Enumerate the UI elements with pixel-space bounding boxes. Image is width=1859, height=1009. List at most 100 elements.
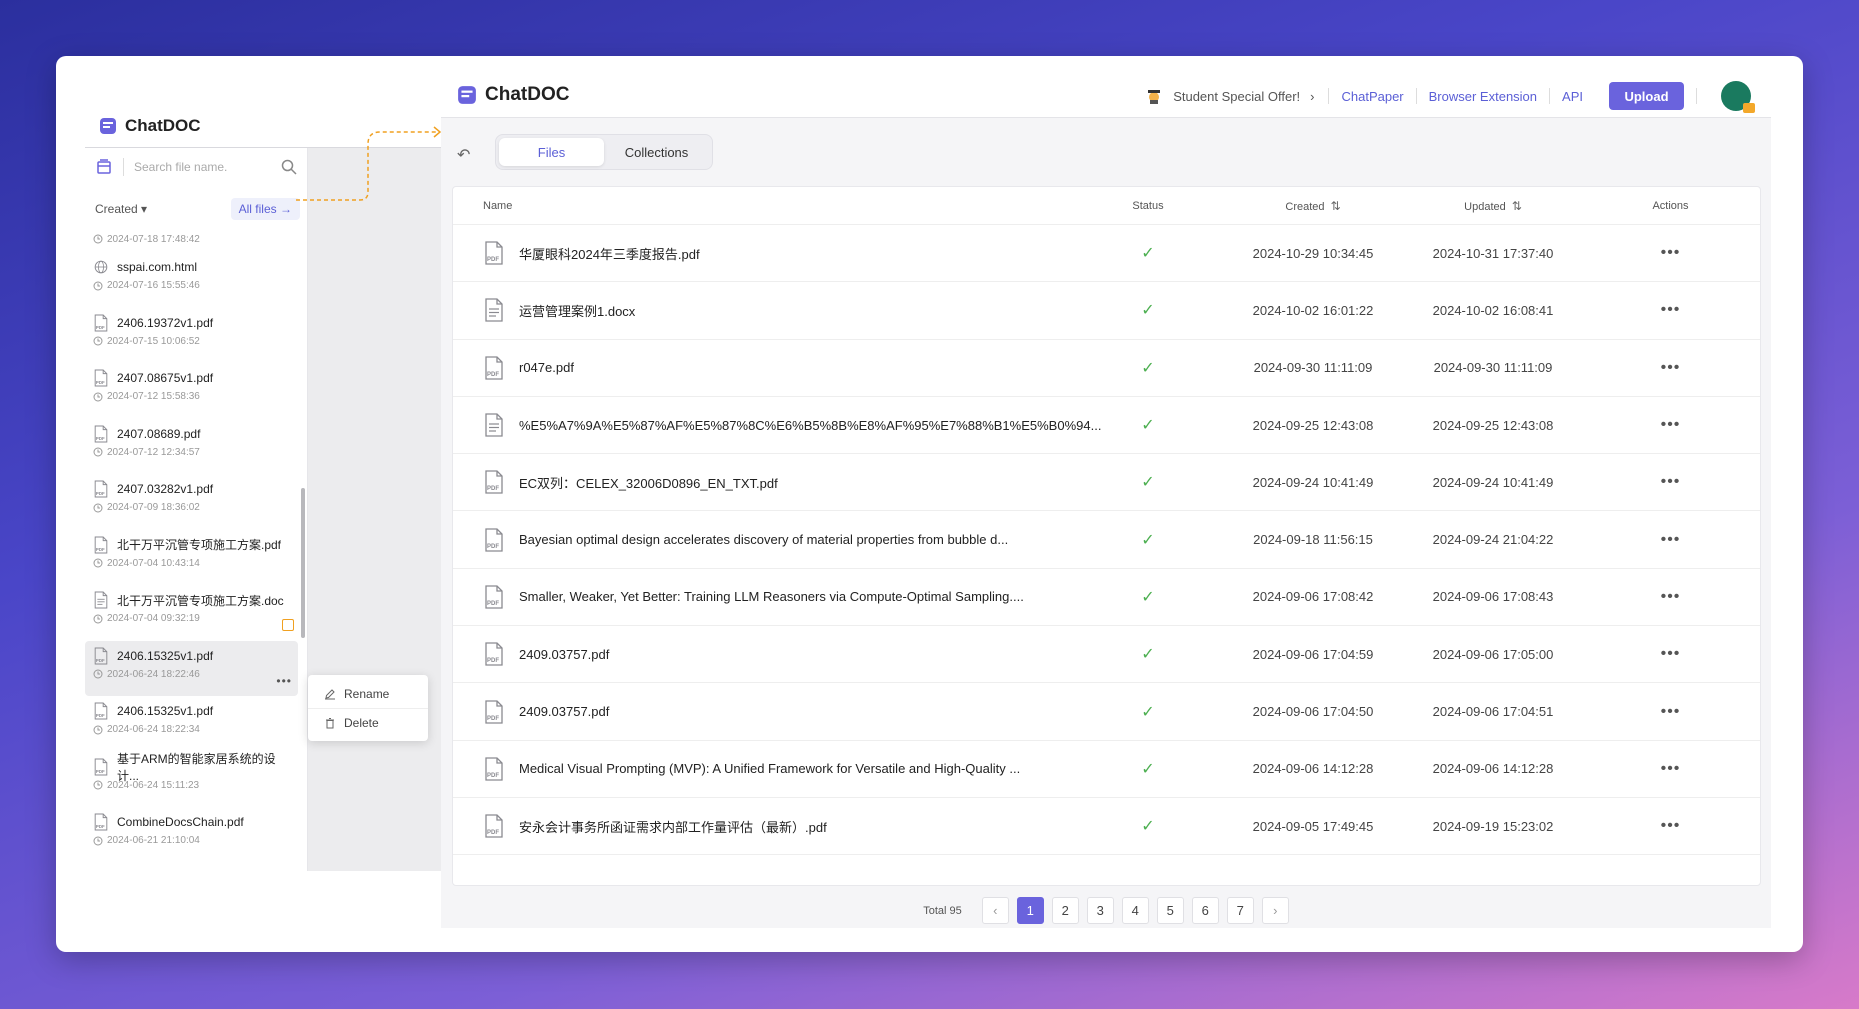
nav-chatpaper[interactable]: ChatPaper: [1329, 89, 1415, 104]
cell-name: PDF 安永会计事务所函证需求内部工作量评估（最新）.pdf: [453, 814, 1073, 838]
total-count: Total 95: [923, 904, 962, 917]
header-created[interactable]: Created ⇅: [1223, 199, 1403, 213]
student-icon: [1148, 90, 1161, 104]
timestamp: 2024-07-12 12:34:57: [107, 446, 200, 458]
tab-files[interactable]: Files: [499, 138, 604, 166]
sidebar-file-item[interactable]: PDF 2407.03282v1.pdf 2024-07-09 18:36:02: [85, 474, 298, 530]
cell-updated: 2024-09-06 17:08:43: [1432, 589, 1554, 605]
file-name-row: PDF 北干万平沉管专项施工方案.pdf: [93, 534, 290, 556]
file-name[interactable]: 2409.03757.pdf: [519, 704, 609, 719]
table-row[interactable]: PDF 安永会计事务所函证需求内部工作量评估（最新）.pdf ✓ 2024-09-05…: [453, 798, 1760, 856]
sidebar-search[interactable]: Search file name.: [85, 152, 308, 182]
search-input[interactable]: Search file name.: [134, 160, 280, 174]
sidebar-scrollbar[interactable]: [301, 488, 305, 638]
file-name[interactable]: 华厦眼科2024年三季度报告.pdf: [519, 244, 700, 263]
sidebar-file-item[interactable]: PDF 2407.08675v1.pdf 2024-07-12 15:58:36: [85, 363, 298, 419]
page-button-1[interactable]: 1: [1016, 897, 1044, 924]
file-name: 2406.15325v1.pdf: [117, 648, 214, 663]
more-icon[interactable]: •••: [276, 674, 292, 688]
upload-button[interactable]: Upload: [1609, 82, 1684, 110]
page-button-4[interactable]: 4: [1121, 897, 1149, 924]
nav-browser-extension[interactable]: Browser Extension: [1417, 89, 1549, 104]
file-name[interactable]: %E5%A7%9A%E5%87%AF%E5%87%8C%E6%B5%8B%E8%…: [519, 418, 1101, 433]
avatar[interactable]: [1721, 81, 1755, 113]
more-icon[interactable]: •••: [1661, 645, 1681, 662]
sidebar-file-item[interactable]: PDF 基于ARM的智能家居系统的设计... 2024-06-24 15:11:23: [85, 752, 298, 808]
more-icon[interactable]: •••: [1661, 416, 1681, 433]
sort-icon[interactable]: ⇅: [1512, 199, 1522, 213]
more-icon[interactable]: •••: [1661, 703, 1681, 720]
sidebar-file-item[interactable]: 北干万平沉管专项施工方案.doc 2024-07-04 09:32:19: [85, 585, 298, 641]
table-row[interactable]: PDF Smaller, Weaker, Yet Better: Training…: [453, 569, 1760, 627]
back-icon[interactable]: ↶: [457, 145, 470, 165]
page-button-6[interactable]: 6: [1191, 897, 1219, 924]
more-icon[interactable]: •••: [1661, 531, 1681, 548]
cell-actions: •••: [1583, 760, 1758, 778]
clock-icon: [93, 503, 103, 512]
page-button-2[interactable]: 2: [1051, 897, 1079, 924]
svg-text:PDF: PDF: [96, 435, 105, 440]
student-offer-link[interactable]: Student Special Offer! ›: [1145, 87, 1328, 105]
clock-icon: [93, 614, 103, 623]
table-row[interactable]: %E5%A7%9A%E5%87%AF%E5%87%8C%E6%B5%8B%E8%…: [453, 397, 1760, 455]
page-button-3[interactable]: 3: [1086, 897, 1114, 924]
sidebar-file-item[interactable]: PDF 2406.15325v1.pdf 2024-06-24 18:22:34: [85, 696, 298, 752]
file-name[interactable]: 2409.03757.pdf: [519, 647, 609, 662]
file-time: 2024-07-12 12:34:57: [93, 447, 290, 458]
tab-collections[interactable]: Collections: [604, 138, 709, 166]
file-name[interactable]: 安永会计事务所函证需求内部工作量评估（最新）.pdf: [519, 817, 827, 836]
next-page-button[interactable]: ›: [1261, 897, 1289, 924]
svg-text:PDF: PDF: [487, 716, 499, 722]
file-name[interactable]: r047e.pdf: [519, 360, 574, 375]
header-updated[interactable]: Updated ⇅: [1403, 199, 1583, 213]
top-nav: Student Special Offer! › ChatPaper Brows…: [1145, 80, 1755, 113]
table-row[interactable]: PDF Bayesian optimal design accelerates d…: [453, 511, 1760, 569]
more-icon[interactable]: •••: [1661, 301, 1681, 318]
sidebar-file-item[interactable]: PDF 北干万平沉管专项施工方案.pdf 2024-07-04 10:43:14: [85, 530, 298, 586]
file-name[interactable]: Medical Visual Prompting (MVP): A Unifie…: [519, 761, 1020, 776]
sidebar-file-item[interactable]: PDF 2406.15325v1.pdf 2024-06-24 18:22:46 ••…: [85, 640, 298, 696]
file-name[interactable]: Smaller, Weaker, Yet Better: Training LL…: [519, 589, 1024, 604]
cell-created: 2024-09-30 11:11:09: [1253, 360, 1373, 376]
cell-created: 2024-09-18 11:56:15: [1253, 532, 1373, 548]
table-row[interactable]: PDF 2409.03757.pdf ✓ 2024-09-06 17:04:59 202…: [453, 626, 1760, 684]
page-button-5[interactable]: 5: [1156, 897, 1184, 924]
more-icon[interactable]: •••: [1661, 588, 1681, 605]
table-row[interactable]: PDF EC双列：CELEX_32006D0896_EN_TXT.pdf ✓ 2024…: [453, 454, 1760, 512]
page-button-7[interactable]: 7: [1226, 897, 1254, 924]
timestamp: 2024-07-18 17:48:42: [107, 233, 200, 245]
table-row[interactable]: 运营管理案例1.docx ✓ 2024-10-02 16:01:22 2024-10-…: [453, 282, 1760, 340]
table-row[interactable]: PDF Medical Visual Prompting (MVP): A Uni…: [453, 741, 1760, 798]
prev-page-button[interactable]: ‹: [981, 897, 1009, 924]
delete-menu-item[interactable]: Delete: [308, 708, 428, 737]
sidebar-file-item[interactable]: PDF 2406.19372v1.pdf 2024-07-15 10:06:52: [85, 308, 298, 364]
file-name[interactable]: EC双列：CELEX_32006D0896_EN_TXT.pdf: [519, 473, 778, 492]
file-name[interactable]: 运营管理案例1.docx: [519, 301, 635, 320]
cell-name: PDF Smaller, Weaker, Yet Better: Training…: [453, 585, 1073, 609]
nav-api[interactable]: API: [1550, 89, 1595, 104]
stack-icon[interactable]: [95, 158, 113, 176]
rename-menu-item[interactable]: Rename: [308, 679, 428, 708]
sidebar-file-item[interactable]: PDF 2407.08689.pdf 2024-07-12 12:34:57: [85, 419, 298, 475]
sort-icon[interactable]: ⇅: [1331, 199, 1341, 213]
more-icon[interactable]: •••: [1661, 244, 1681, 261]
table-row[interactable]: PDF r047e.pdf ✓ 2024-09-30 11:11:09 2024-09-…: [453, 340, 1760, 397]
cell-updated: 2024-09-24 21:04:22: [1432, 532, 1554, 548]
sidebar-file-item[interactable]: sspai.com.html 2024-07-16 15:55:46: [85, 252, 298, 308]
cell-updated: 2024-10-31 17:37:40: [1432, 245, 1554, 261]
more-icon[interactable]: •••: [1661, 760, 1681, 777]
timestamp: 2024-07-16 15:55:46: [107, 280, 200, 291]
cell-status: ✓: [1073, 816, 1223, 836]
sort-dropdown[interactable]: Created ▾: [95, 202, 147, 216]
more-icon[interactable]: •••: [1661, 359, 1681, 376]
main-logo[interactable]: ChatDOC: [457, 84, 569, 106]
table-row[interactable]: PDF 华厦眼科2024年三季度报告.pdf ✓ 2024-10-29 10:34:4…: [453, 225, 1760, 283]
check-icon: ✓: [1141, 588, 1155, 606]
file-name[interactable]: Bayesian optimal design accelerates disc…: [519, 532, 1008, 547]
more-icon[interactable]: •••: [1661, 817, 1681, 834]
more-icon[interactable]: •••: [1661, 473, 1681, 490]
table-row[interactable]: PDF 2409.03757.pdf ✓ 2024-09-06 17:04:50 202…: [453, 683, 1760, 741]
table-row[interactable]: [453, 855, 1760, 875]
sidebar-file-item[interactable]: PDF CombineDocsChain.pdf 2024-06-21 21:10:…: [85, 807, 298, 863]
svg-text:PDF: PDF: [96, 380, 105, 385]
